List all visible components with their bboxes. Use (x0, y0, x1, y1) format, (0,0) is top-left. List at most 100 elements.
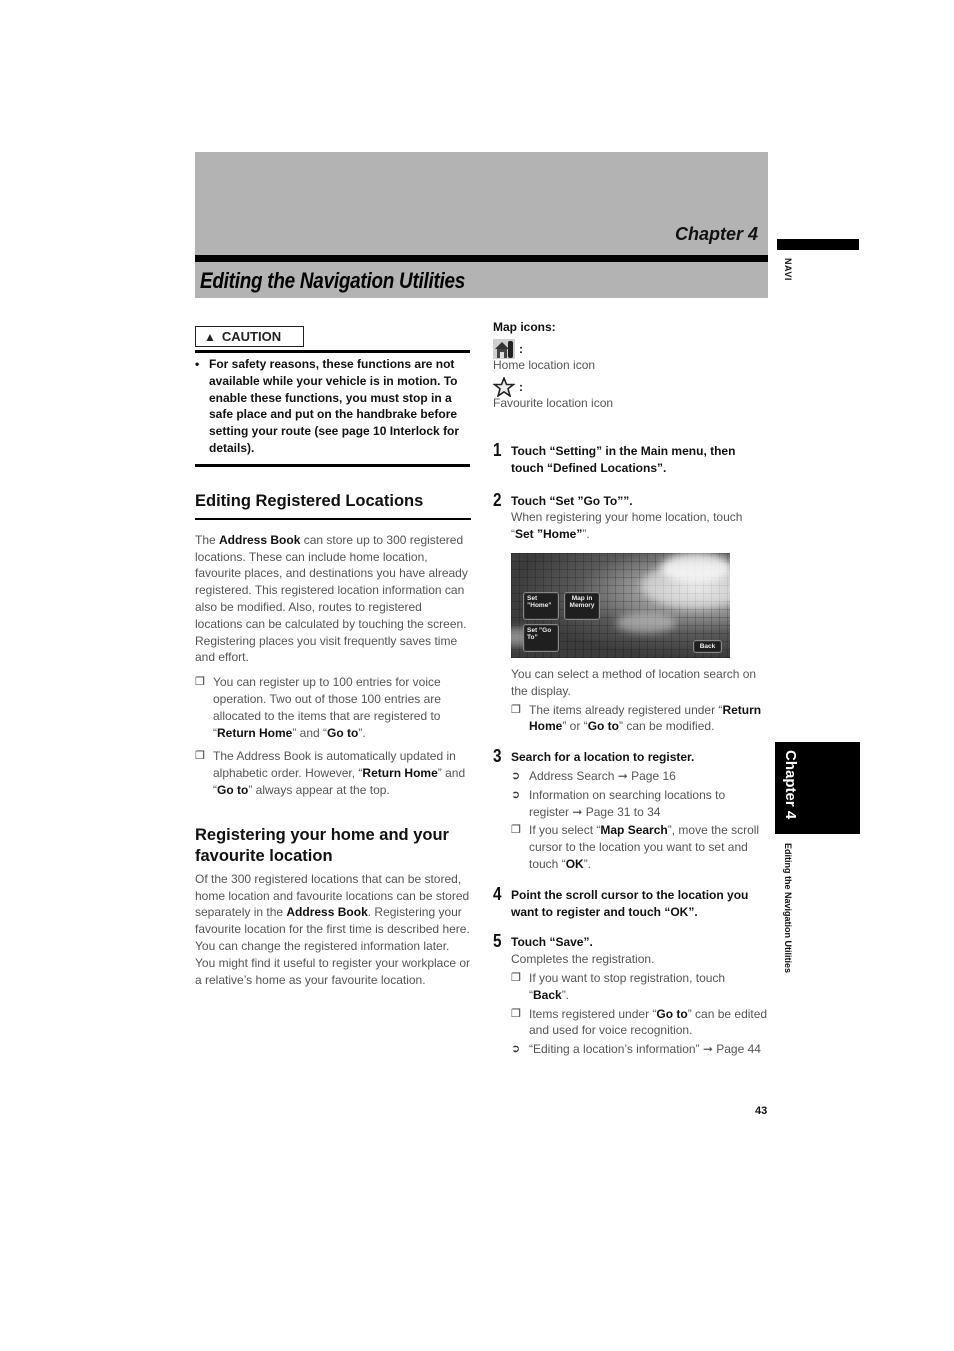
text: can store up to 300 registered locations… (195, 532, 468, 665)
step-content: Search for a location to register. ➲ Add… (511, 747, 768, 873)
reference-link[interactable]: Address Search ➞ Page 16 (529, 768, 676, 785)
bold-text: Go to (327, 725, 359, 740)
reference-arrow-icon: ➲ (511, 769, 521, 782)
side-section-label: Editing the Navigation Utilities (783, 843, 793, 974)
checkbox-note-icon: ❐ (511, 971, 521, 984)
reference-item: ➲ Address Search ➞ Page 16 (511, 768, 768, 785)
section-heading: Editing Registered Locations (195, 491, 424, 510)
step-number: 1 (493, 440, 502, 460)
section-registering-home: Registering your home and your favourite… (195, 825, 471, 989)
set-home-button[interactable]: Set ”Home” (523, 591, 559, 620)
bold-text: Set ”Home” (515, 527, 583, 542)
bullet-icon: • (195, 357, 200, 371)
step-number: 2 (493, 489, 502, 510)
caution-item: • For safety reasons, these functions ar… (195, 356, 471, 457)
text: ”. (561, 987, 570, 1002)
cloud-shape (661, 552, 730, 583)
text: The items already registered under “ (529, 702, 723, 717)
checkbox-note-icon: ❐ (511, 1007, 521, 1020)
section-editing-registered: Editing Registered Locations The Address… (195, 491, 471, 799)
checkbox-note-icon: ❐ (195, 750, 205, 763)
note-text: The Address Book is automatically update… (213, 748, 471, 798)
section-intro: The Address Book can store up to 300 reg… (195, 532, 471, 666)
side-chapter-label: Chapter 4 (782, 750, 799, 820)
reference-link[interactable]: “Editing a location’s information” ➞ Pag… (529, 1041, 761, 1058)
navigation-screen-image: Set ”Home” Map in Memory Set ”Go To” Bac… (511, 552, 730, 658)
text: ” and “ (292, 725, 328, 740)
after-screen-text: You can select a method of location sear… (511, 666, 757, 698)
checkbox-note-icon: ❐ (195, 676, 205, 689)
reference-item: ➲ “Editing a location’s information” ➞ P… (511, 1041, 768, 1058)
warning-triangle-icon: ▲ (204, 329, 216, 344)
section-heading: Registering your home and your favourite… (195, 825, 449, 865)
step-description: Completes the registration. (511, 952, 655, 967)
cloud-shape (616, 612, 676, 633)
step-title: Search for a location to register. (511, 750, 695, 765)
note-text: Items registered under “Go to” can be ed… (529, 1006, 768, 1040)
bold-text: Return Home (217, 725, 293, 740)
chapter-label: Chapter 4 (674, 224, 758, 244)
note-text: The items already registered under “Retu… (529, 702, 768, 736)
icon-caption: Home location icon (493, 358, 596, 372)
note-item: ❐ The Address Book is automatically upda… (195, 748, 471, 798)
step-content: Touch “Set ”Go To””. When registering yo… (511, 491, 768, 736)
step-content: Touch “Save”. Completes the registration… (511, 932, 768, 1058)
text: The (195, 532, 220, 547)
caution-label: CAUTION (221, 329, 282, 344)
step-4: 4 Point the scroll cursor to the locatio… (493, 885, 768, 921)
checkbox-note-icon: ❐ (511, 703, 521, 716)
colon: : (519, 341, 523, 356)
checkbox-note-icon: ❐ (511, 824, 521, 837)
step-title: Touch “Save”. (511, 935, 593, 950)
bold-text: Go to (587, 719, 620, 734)
step-content: Point the scroll cursor to the location … (511, 885, 768, 921)
note-text: You can register up to 100 entries for v… (213, 674, 471, 741)
map-icons-title: Map icons: (493, 320, 556, 334)
map-icon-row: : (493, 338, 768, 359)
bold-text: Map Search (600, 823, 668, 838)
text: ” always appear at the top. (248, 782, 390, 797)
set-go-to-button[interactable]: Set ”Go To” (523, 623, 559, 652)
note-item: ❐ The items already registered under “Re… (511, 702, 768, 736)
caution-divider-bottom (195, 463, 470, 467)
reference-item: ➲ Information on searching locations to … (511, 787, 768, 821)
step-5: 5 Touch “Save”. Completes the registrati… (493, 932, 768, 1058)
icon-caption: Favourite location icon (493, 396, 614, 410)
step-number: 3 (493, 746, 502, 767)
step-description: When registering your home location, tou… (511, 509, 768, 543)
bold-text: Return Home (362, 766, 438, 781)
right-column: Map icons: : Home location icon : Favour… (493, 320, 768, 1058)
bold-text: Address Book (286, 905, 368, 920)
step-2: 2 Touch “Set ”Go To””. When registering … (493, 491, 768, 736)
step-1: 1 Touch “Setting” in the Main menu, then… (493, 441, 768, 477)
note-item: ❐ If you want to stop registration, touc… (511, 970, 768, 1004)
page-number: 43 (755, 1105, 768, 1117)
text: ”. (582, 527, 590, 542)
chapter-header: Chapter 4 Editing the Navigation Utiliti… (195, 152, 768, 298)
page-title: Editing the Navigation Utilities (200, 268, 466, 293)
side-tab-bar (777, 239, 859, 250)
section-body: Of the 300 registered locations that can… (195, 871, 471, 989)
bold-text: Address Book (219, 532, 301, 547)
reference-link[interactable]: Information on searching locations to re… (529, 787, 768, 821)
home-location-icon (493, 338, 515, 359)
bold-text: Back (533, 987, 562, 1002)
caution-badge: ▲ CAUTION (195, 326, 305, 347)
caution-divider (195, 350, 470, 353)
step-title: Point the scroll cursor to the location … (511, 887, 749, 919)
left-column: ▲ CAUTION • For safety reasons, these fu… (195, 326, 471, 988)
step-number: 5 (493, 931, 502, 952)
note-item: ❐ You can register up to 100 entries for… (195, 674, 471, 741)
reference-arrow-icon: ➲ (511, 1043, 521, 1056)
step-number: 4 (493, 883, 502, 904)
step-title: Touch “Setting” in the Main menu, then t… (511, 444, 736, 475)
back-button[interactable]: Back (693, 639, 722, 653)
step-3: 3 Search for a location to register. ➲ A… (493, 747, 768, 873)
map-in-memory-button[interactable]: Map in Memory (564, 591, 600, 620)
note-item: ❐ If you select “Map Search”, move the s… (511, 822, 768, 872)
text: ” can be modified. (619, 719, 715, 734)
colon: : (519, 379, 523, 394)
header-divider (195, 255, 768, 262)
text: If you select “ (529, 823, 601, 838)
reference-arrow-icon: ➲ (511, 788, 521, 801)
